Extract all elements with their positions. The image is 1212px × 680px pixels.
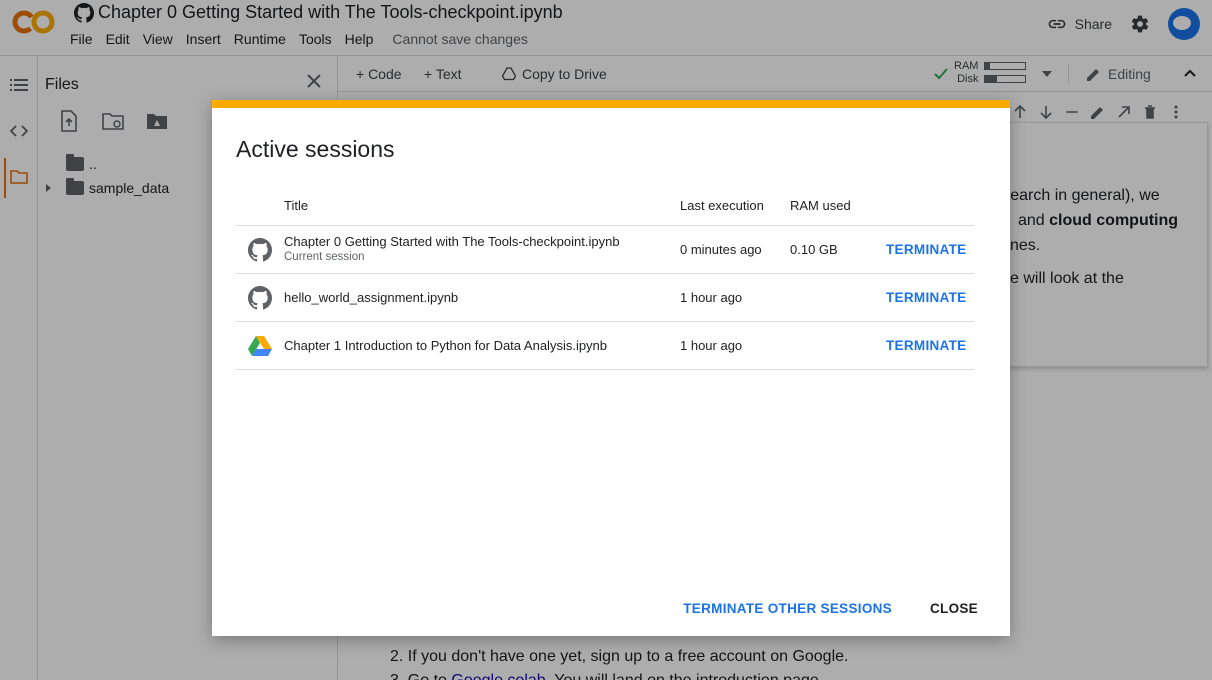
- column-title: Title: [284, 198, 309, 213]
- session-name: Chapter 0 Getting Started with The Tools…: [284, 234, 620, 249]
- github-icon: [248, 238, 272, 262]
- google-drive-icon: [248, 336, 272, 356]
- terminate-session-button[interactable]: TERMINATE: [886, 242, 966, 257]
- session-row: Chapter 1 Introduction to Python for Dat…: [236, 322, 974, 370]
- session-name: hello_world_assignment.ipynb: [284, 290, 459, 305]
- close-button[interactable]: CLOSE: [930, 601, 978, 616]
- session-subtitle: Current session: [284, 251, 365, 263]
- session-last-execution: 1 hour ago: [680, 338, 743, 353]
- sessions-table: Title Last execution RAM used Chapter 0 …: [236, 192, 974, 370]
- session-last-execution: 1 hour ago: [680, 290, 743, 305]
- active-sessions-dialog: Active sessions Title Last execution RAM…: [212, 100, 1010, 636]
- github-icon: [248, 286, 272, 310]
- terminate-other-sessions-button[interactable]: TERMINATE OTHER SESSIONS: [683, 601, 892, 616]
- column-ram-used: RAM used: [790, 198, 851, 213]
- dialog-accent-bar: [212, 100, 1010, 108]
- session-name: Chapter 1 Introduction to Python for Dat…: [284, 338, 608, 353]
- column-last-execution: Last execution: [680, 198, 764, 213]
- terminate-session-button[interactable]: TERMINATE: [886, 338, 966, 353]
- session-row: hello_world_assignment.ipynb 1 hour ago …: [236, 274, 974, 322]
- terminate-session-button[interactable]: TERMINATE: [886, 290, 966, 305]
- dialog-title: Active sessions: [236, 136, 395, 162]
- session-row: Chapter 0 Getting Started with The Tools…: [236, 226, 974, 274]
- session-last-execution: 0 minutes ago: [680, 242, 762, 257]
- table-header: Title Last execution RAM used: [236, 192, 974, 226]
- dialog-actions: TERMINATE OTHER SESSIONS CLOSE: [683, 601, 978, 616]
- session-ram-used: 0.10 GB: [790, 242, 838, 257]
